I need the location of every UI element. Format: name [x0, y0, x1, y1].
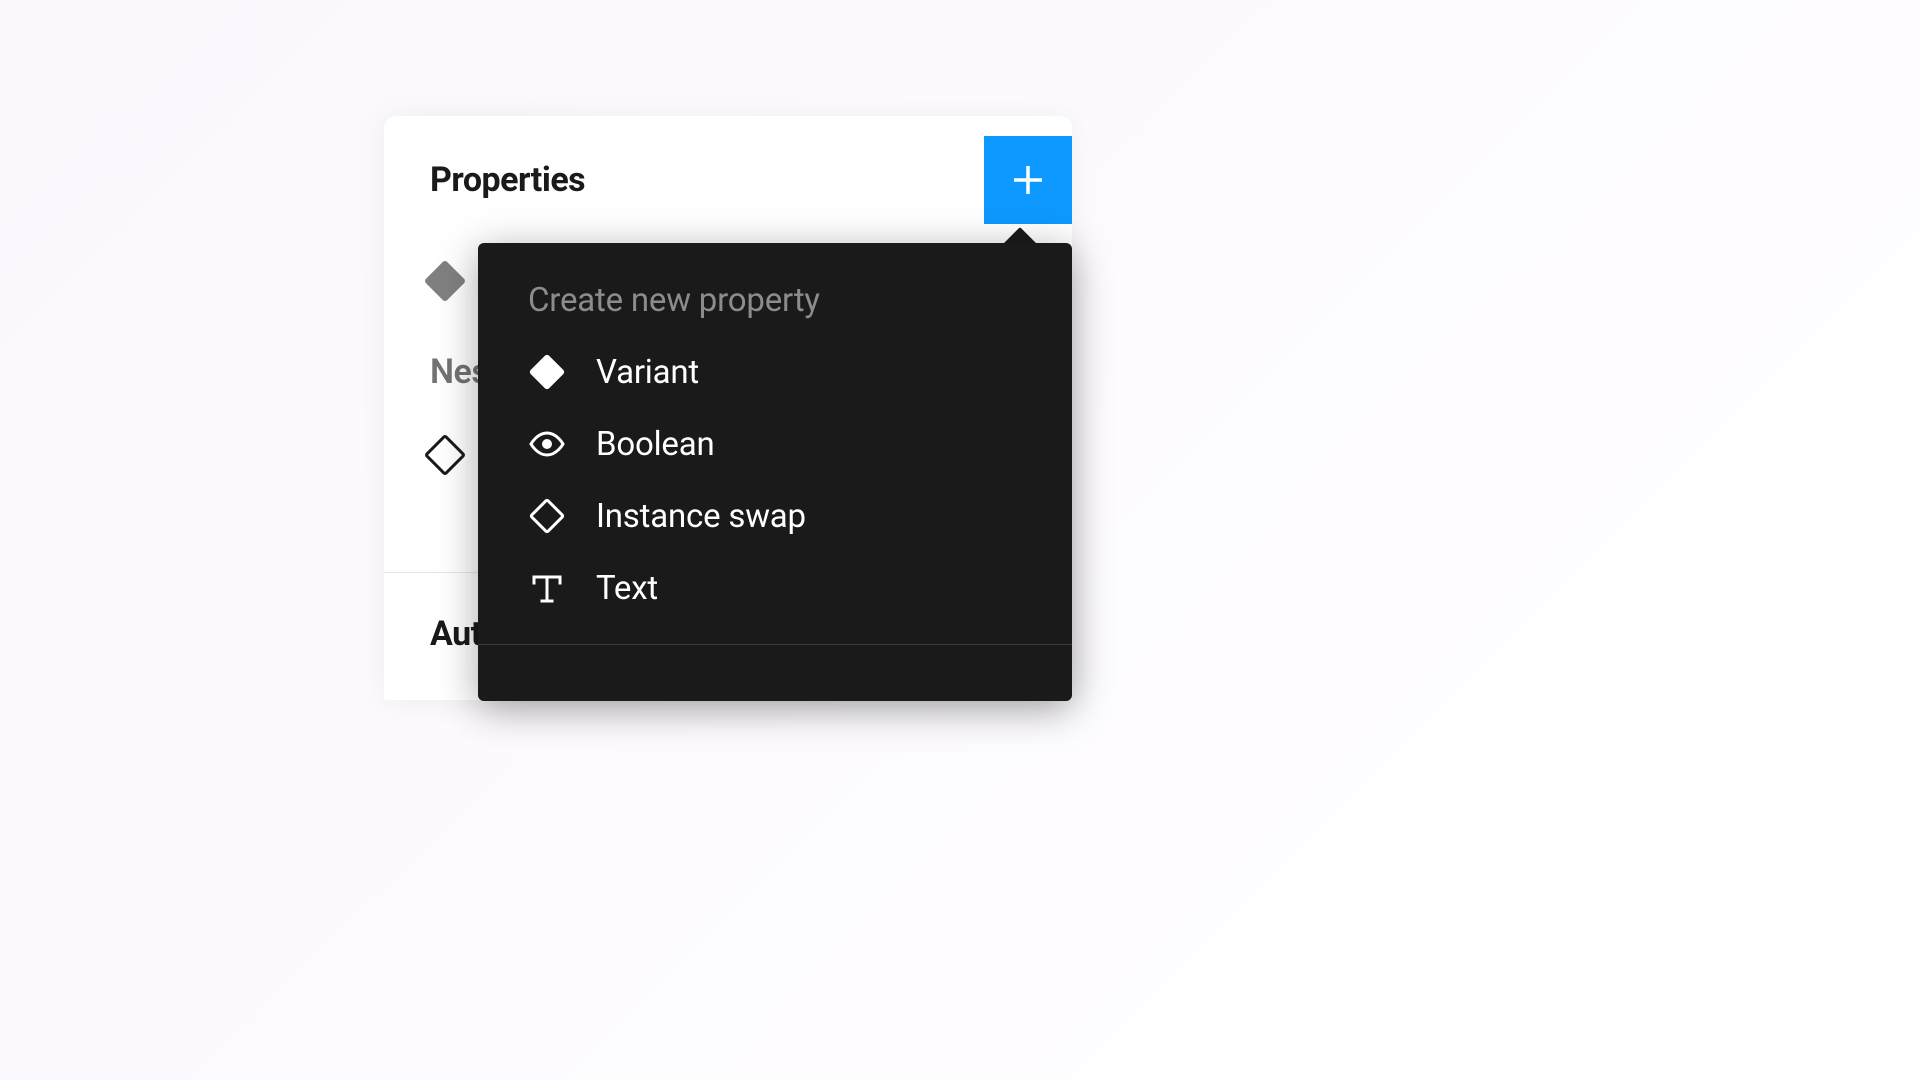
menu-item-label: Variant	[596, 353, 699, 392]
panel-title: Properties	[430, 160, 585, 200]
menu-item-instance-swap[interactable]: Instance swap	[478, 480, 1072, 552]
diamond-filled-icon	[528, 353, 566, 391]
menu-item-label: Text	[596, 569, 658, 608]
menu-item-text[interactable]: Text	[478, 552, 1072, 624]
menu-item-label: Boolean	[596, 425, 715, 464]
text-icon	[528, 569, 566, 607]
menu-item-boolean[interactable]: Boolean	[478, 408, 1072, 480]
variant-icon	[424, 260, 466, 302]
dropdown-heading: Create new property	[478, 243, 1072, 336]
menu-item-variant[interactable]: Variant	[478, 336, 1072, 408]
diamond-outline-icon	[528, 497, 566, 535]
plus-icon	[1008, 160, 1048, 200]
panel-header: Properties	[384, 116, 1072, 224]
create-property-dropdown: Create new property Variant Boolean Inst…	[478, 243, 1072, 701]
menu-item-label: Instance swap	[596, 497, 806, 536]
instance-icon	[424, 434, 466, 476]
auto-layout-label: Aut	[430, 614, 482, 654]
add-property-button[interactable]	[984, 136, 1072, 224]
dropdown-divider	[478, 644, 1072, 645]
eye-icon	[528, 425, 566, 463]
